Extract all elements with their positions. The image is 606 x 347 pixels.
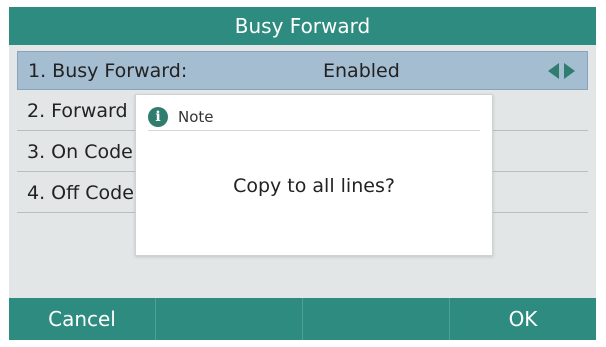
ok-button[interactable]: OK [450, 298, 596, 340]
dialog-message: Copy to all lines? [233, 175, 395, 197]
note-dialog: i Note Copy to all lines? [135, 94, 493, 256]
page-title: Busy Forward [234, 14, 371, 38]
row-label: 4. Off Code [27, 182, 134, 204]
title-bar: Busy Forward [9, 7, 596, 45]
row-value: Enabled [323, 60, 400, 82]
row-busy-forward[interactable]: 1. Busy Forward: Enabled [17, 51, 588, 90]
arrow-left-icon[interactable] [548, 63, 559, 79]
row-label: 3. On Code [27, 141, 133, 163]
cancel-button[interactable]: Cancel [9, 298, 156, 340]
softkey-bar: Cancel OK [9, 298, 596, 340]
dialog-header: i Note [148, 103, 480, 131]
info-icon: i [148, 106, 168, 127]
softkey-2[interactable] [156, 298, 303, 340]
phone-screen: Busy Forward 1. Busy Forward: Enabled 2.… [9, 7, 596, 340]
row-label: 1. Busy Forward: [28, 60, 188, 82]
softkey-3[interactable] [303, 298, 450, 340]
arrow-right-icon[interactable] [564, 63, 575, 79]
dialog-title: Note [178, 107, 214, 126]
row-label: 2. Forward [27, 100, 128, 122]
value-switcher[interactable] [548, 63, 575, 79]
